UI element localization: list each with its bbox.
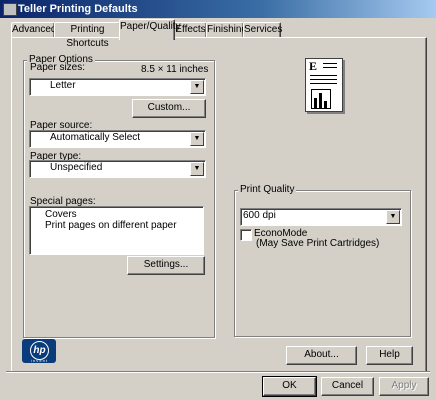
chevron-down-icon[interactable]: ▼ bbox=[386, 210, 400, 224]
paper-type-select[interactable]: Unspecified ▼ bbox=[29, 160, 206, 178]
preview-chart-icon bbox=[311, 89, 331, 109]
title-bar: Teller Printing Defaults bbox=[0, 0, 436, 18]
economode-sublabel: (May Save Print Cartridges) bbox=[256, 238, 380, 249]
economode-checkbox[interactable] bbox=[240, 229, 252, 241]
tab-paper-quality[interactable]: Paper/Quality bbox=[119, 19, 181, 40]
paper-type-value: Unspecified bbox=[50, 162, 103, 173]
printer-icon bbox=[3, 3, 17, 16]
help-button[interactable]: Help bbox=[366, 346, 413, 365]
list-item[interactable]: Covers bbox=[45, 209, 77, 220]
print-quality-select[interactable]: 600 dpi ▼ bbox=[240, 208, 402, 226]
preview-line bbox=[310, 83, 337, 84]
tab-finishing[interactable]: Finishing bbox=[206, 22, 247, 38]
window-title: Teller Printing Defaults bbox=[18, 3, 138, 15]
list-item[interactable]: Print pages on different paper bbox=[45, 220, 177, 231]
special-pages-list[interactable]: Covers Print pages on different paper bbox=[29, 206, 204, 255]
preview-letter: E bbox=[309, 59, 318, 73]
paper-size-value: Letter bbox=[50, 80, 76, 91]
tab-printing-shortcuts[interactable]: Printing Shortcuts bbox=[54, 22, 121, 49]
print-quality-legend: Print Quality bbox=[238, 184, 297, 195]
preview-line bbox=[310, 75, 337, 76]
print-quality-value: 600 dpi bbox=[243, 210, 276, 221]
chevron-down-icon[interactable]: ▼ bbox=[190, 80, 204, 94]
preview-line bbox=[323, 67, 337, 68]
paper-source-select[interactable]: Automatically Select ▼ bbox=[29, 130, 206, 148]
chevron-down-icon[interactable]: ▼ bbox=[190, 162, 204, 176]
apply-button[interactable]: Apply bbox=[379, 377, 429, 396]
chevron-down-icon[interactable]: ▼ bbox=[190, 132, 204, 146]
paper-size-select[interactable]: Letter ▼ bbox=[29, 78, 206, 96]
preview-line bbox=[323, 63, 337, 64]
custom-button[interactable]: Custom... bbox=[132, 99, 206, 118]
paper-size-dimensions: 8.5 × 11 inches bbox=[141, 64, 209, 75]
paper-sizes-label: Paper sizes: bbox=[30, 62, 86, 73]
settings-button[interactable]: Settings... bbox=[127, 256, 205, 275]
tab-advanced[interactable]: Advanced bbox=[11, 22, 56, 38]
paper-source-value: Automatically Select bbox=[50, 132, 141, 143]
ok-button[interactable]: OK bbox=[262, 376, 317, 397]
hp-logo-tagline: i n v e n t bbox=[30, 358, 48, 363]
divider bbox=[6, 371, 430, 373]
about-button[interactable]: About... bbox=[286, 346, 357, 365]
tab-services[interactable]: Services bbox=[243, 22, 282, 38]
cancel-button[interactable]: Cancel bbox=[321, 377, 374, 396]
hp-logo: hp i n v e n t bbox=[22, 339, 56, 363]
paper-preview: E bbox=[305, 58, 343, 112]
preview-line bbox=[310, 79, 337, 80]
